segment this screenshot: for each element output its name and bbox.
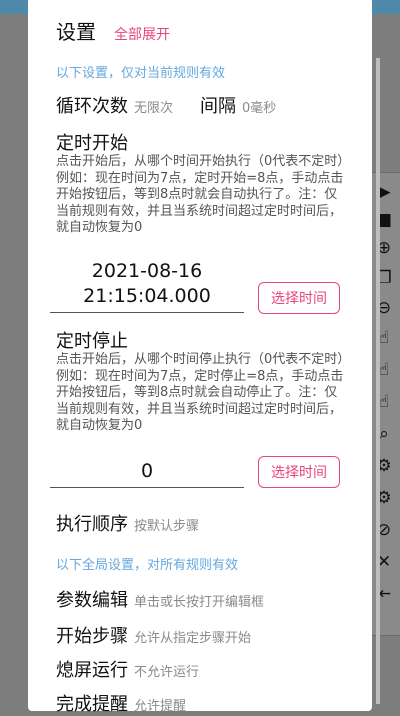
hold-icon[interactable]: ☝	[371, 389, 397, 415]
done-reminder-value: 允许提醒	[134, 699, 187, 714]
loop-value: 无限次	[134, 101, 174, 116]
interval-label: 间隔	[200, 96, 236, 117]
scrollbar-thumb[interactable]	[376, 58, 380, 704]
interval-value: 0毫秒	[242, 101, 277, 116]
screen-off-label: 熄屏运行	[56, 660, 128, 681]
current-rule-hint: 以下设置，仅对当前规则有效	[56, 66, 226, 81]
timer-stop-pick-button[interactable]: 选择时间	[258, 456, 340, 488]
close-icon[interactable]: ✕	[371, 549, 397, 575]
param-row[interactable]: 参数编辑 单击或长按打开编辑框	[56, 586, 264, 612]
interval-row[interactable]: 间隔 0毫秒	[200, 92, 276, 118]
done-reminder-label: 完成提醒	[56, 694, 128, 715]
scrollbar[interactable]	[376, 58, 380, 704]
expand-all-link[interactable]: 全部展开	[114, 24, 170, 44]
timer-stop-description: 点击开始后，从哪个时间停止执行（0代表不定时）例如：现在时间为7点，定时停止=8…	[56, 352, 344, 433]
order-row[interactable]: 执行顺序 按默认步骤	[56, 510, 199, 536]
gear-lock-icon[interactable]: ⚙	[371, 485, 397, 511]
timer-start-underline	[50, 312, 244, 313]
settings-icon[interactable]: ⚙	[371, 453, 397, 479]
timer-start-time[interactable]: 21:15:04.000	[50, 284, 244, 309]
timer-start-date[interactable]: 2021-08-16	[50, 259, 244, 284]
param-value: 单击或长按打开编辑框	[134, 595, 265, 610]
loop-row[interactable]: 循环次数 无限次	[56, 92, 173, 118]
order-label: 执行顺序	[56, 514, 128, 535]
add-icon[interactable]: ⊕	[371, 235, 397, 261]
timer-stop-label: 定时停止	[56, 331, 128, 352]
floating-toolbar: ▶ ■ ⊕ ❐ ⊖ ☝ ☝ ☝ ⌕ ⚙ ⚙ ⊘ ✕ ⇤	[368, 172, 400, 636]
start-step-label: 开始步骤	[56, 626, 128, 647]
param-label: 参数编辑	[56, 590, 128, 611]
dialog-title: 设置	[56, 20, 96, 44]
timer-stop-heading: 定时停止	[56, 327, 128, 353]
timer-start-heading: 定时开始	[56, 129, 128, 155]
timer-stop-value[interactable]: 0	[50, 459, 244, 484]
start-step-value: 允许从指定步骤开始	[134, 631, 252, 646]
record-icon[interactable]: ■	[371, 207, 397, 233]
tap-icon[interactable]: ☝	[371, 325, 397, 351]
play-icon[interactable]: ▶	[371, 179, 397, 205]
timer-start-label: 定时开始	[56, 133, 128, 154]
copy-icon[interactable]: ❐	[371, 265, 397, 291]
loop-label: 循环次数	[56, 96, 128, 117]
start-step-row[interactable]: 开始步骤 允许从指定步骤开始	[56, 622, 251, 648]
hide-icon[interactable]: ⊘	[371, 517, 397, 543]
magnify-icon[interactable]: ⌕	[371, 421, 397, 447]
remove-icon[interactable]: ⊖	[371, 295, 397, 321]
screen-off-row[interactable]: 熄屏运行 不允许运行	[56, 656, 199, 682]
screen-off-value: 不允许运行	[134, 665, 200, 680]
timer-start-description: 点击开始后，从哪个时间开始执行（0代表不定时）例如：现在时间为7点，定时开始=8…	[56, 154, 344, 235]
collapse-icon[interactable]: ⇤	[371, 581, 397, 607]
timer-stop-underline	[50, 487, 244, 488]
done-reminder-row[interactable]: 完成提醒 允许提醒	[56, 690, 186, 716]
dialog-header: 设置 全部展开	[56, 16, 170, 44]
timer-start-pick-button[interactable]: 选择时间	[258, 282, 340, 314]
order-value: 按默认步骤	[134, 519, 200, 534]
swipe-icon[interactable]: ☝	[371, 357, 397, 383]
global-hint: 以下全局设置，对所有规则有效	[56, 558, 239, 573]
